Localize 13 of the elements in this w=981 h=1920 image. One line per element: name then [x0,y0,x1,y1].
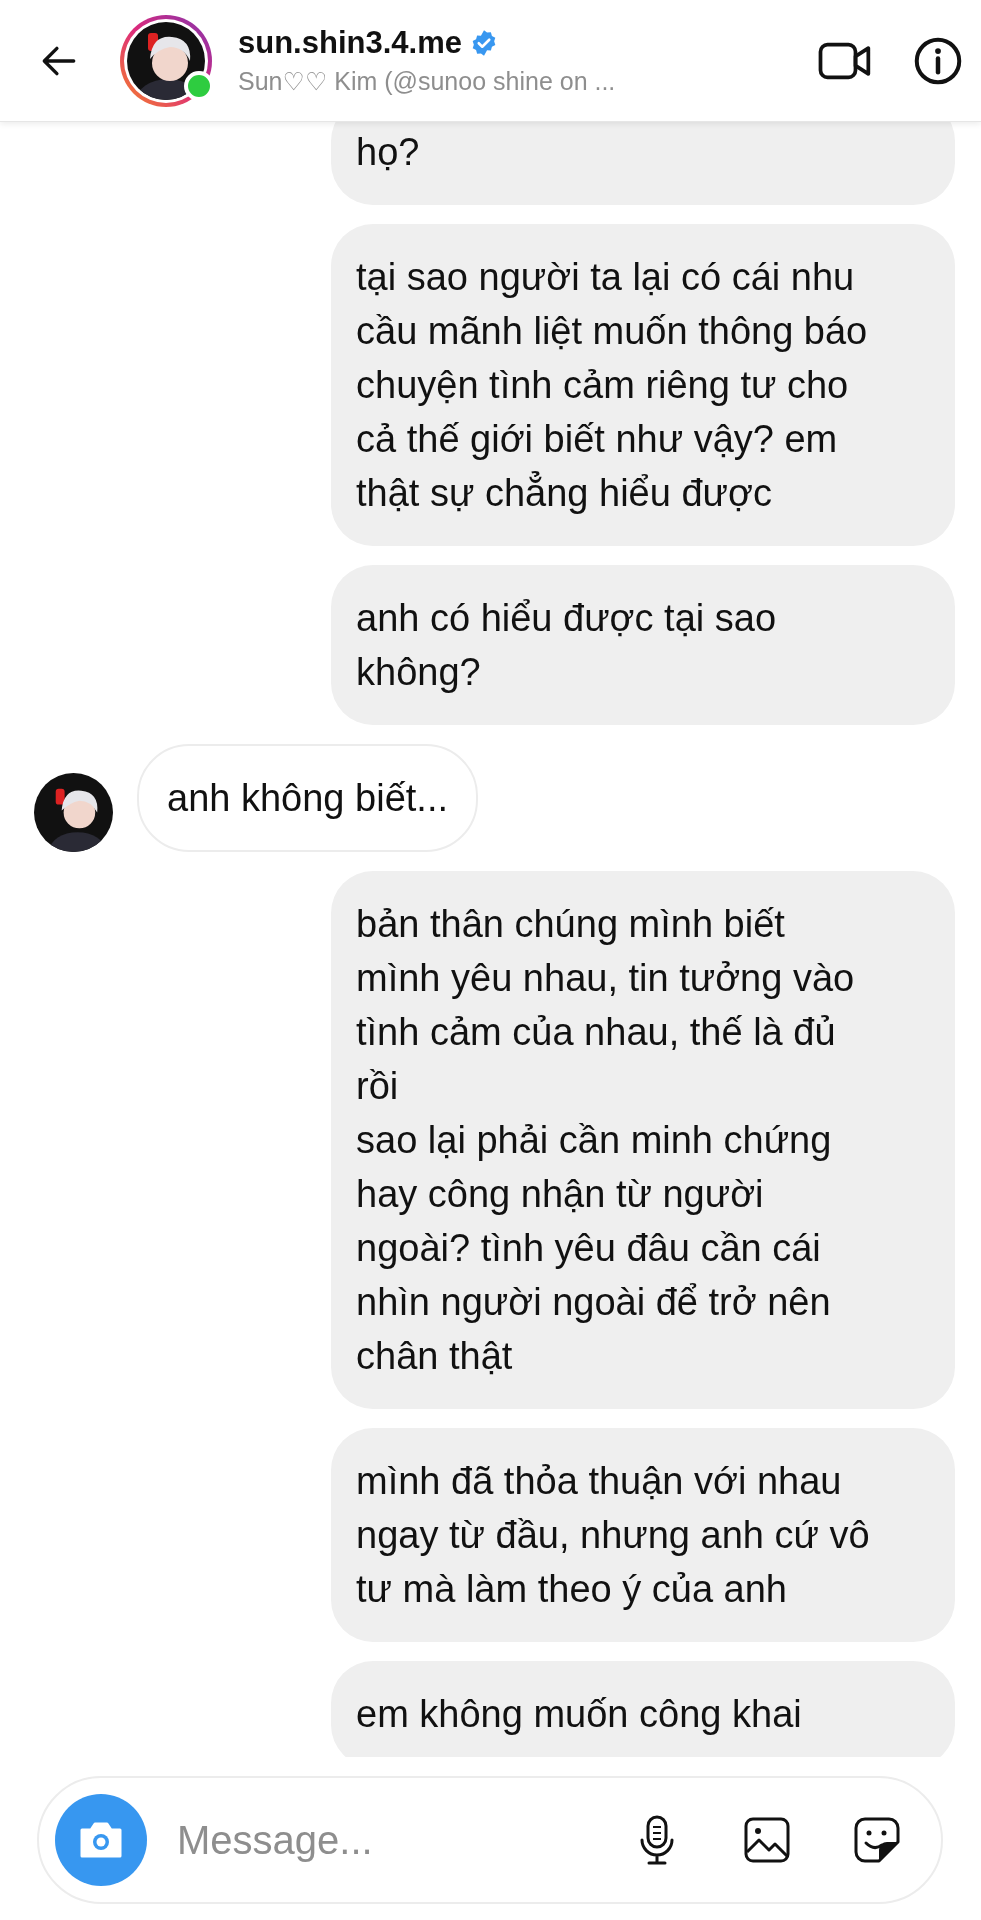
received-message-bubble: anh không biết... [137,744,478,852]
message-input-field[interactable]: Message... [37,1776,943,1904]
sent-message-bubble: tại sao người ta lại có cái nhu cầu mãnh liệt muốn thông báo chuyện tình cảm riêng tư cho cả thế giới biết như vậy? em thật sự chẳng hiểu được [331,224,955,546]
info-icon[interactable] [913,35,963,86]
sent-message-bubble: mình đã thỏa thuận với nhau ngay từ đầu, nhưng anh cứ vô tư mà làm theo ý của anh [331,1428,955,1642]
sent-message-bubble: anh có hiểu được tại sao không? [331,565,955,725]
username: sun.shin3.4.me [238,25,462,61]
sent-message-bubble: em không muốn công khai [331,1661,955,1757]
sent-message-bubble: họ? [331,122,955,205]
profile-subtitle: Sun♡♡ Kim (@sunoo shine on ... [238,67,617,96]
message-placeholder: Message... [177,1817,374,1863]
sent-message-bubble: bản thân chúng mình biết mình yêu nhau, tin tưởng vào tình cảm của nhau, thế là đủ rồi sao lại phải cần minh chứng hay công nhận từ người ngoài? tình yêu đâu cần cái nhìn người ngoài để trở nên chân thật [331,871,955,1409]
camera-button-icon[interactable] [55,1794,147,1886]
